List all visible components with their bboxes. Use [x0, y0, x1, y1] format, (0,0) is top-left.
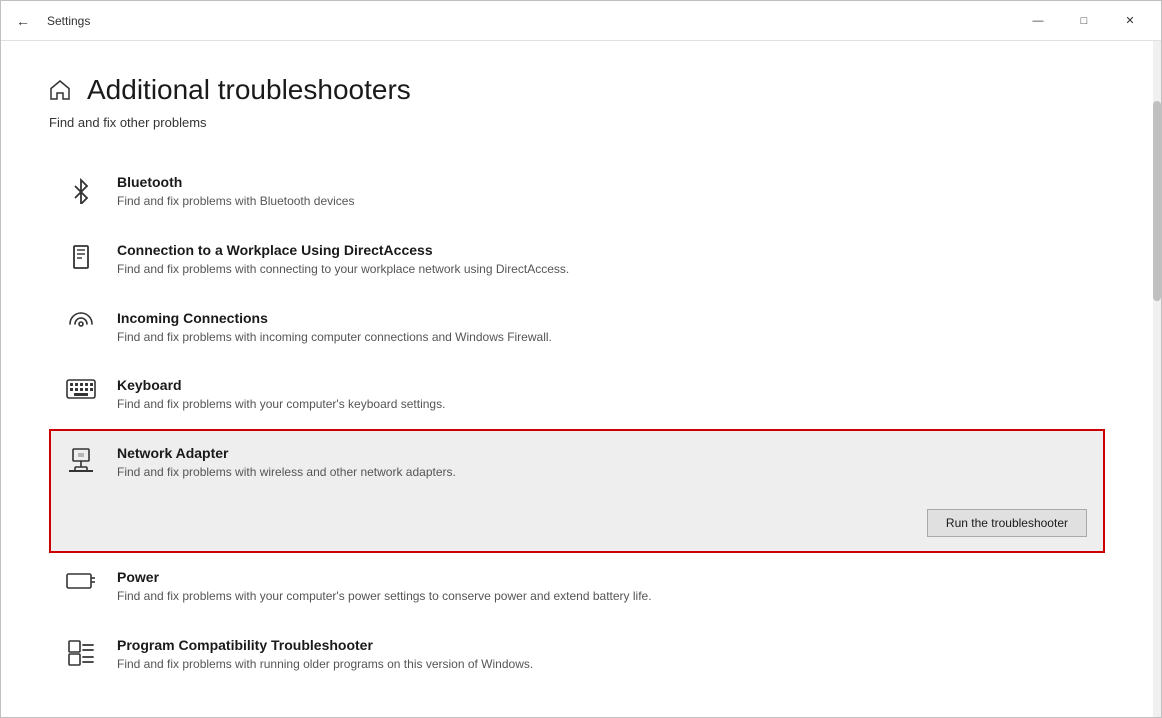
program-icon [63, 639, 99, 667]
directaccess-icon [63, 244, 99, 272]
back-button[interactable]: ← [9, 7, 37, 35]
keyboard-desc: Find and fix problems with your computer… [117, 396, 1091, 413]
item-top-keyboard: Keyboard Find and fix problems with your… [63, 377, 1091, 413]
close-button[interactable]: ✕ [1107, 1, 1153, 41]
title-bar-controls: — □ ✕ [1015, 1, 1153, 41]
directaccess-title: Connection to a Workplace Using DirectAc… [117, 242, 1091, 258]
page-title-block: Additional troubleshooters [87, 73, 411, 107]
main-content: Additional troubleshooters Find and fix … [1, 41, 1153, 717]
troubleshooter-item-power[interactable]: Power Find and fix problems with your co… [49, 553, 1105, 621]
page-header: Additional troubleshooters [49, 73, 1105, 107]
minimize-button[interactable]: — [1015, 1, 1061, 41]
network-text: Network Adapter Find and fix problems wi… [117, 445, 1091, 481]
title-bar-left: ← Settings [9, 7, 1015, 35]
page-title: Additional troubleshooters [87, 73, 411, 107]
title-bar-title: Settings [47, 14, 90, 28]
troubleshooter-item-directaccess[interactable]: Connection to a Workplace Using DirectAc… [49, 226, 1105, 294]
incoming-text: Incoming Connections Find and fix proble… [117, 310, 1091, 346]
directaccess-desc: Find and fix problems with connecting to… [117, 261, 1091, 278]
program-text: Program Compatibility Troubleshooter Fin… [117, 637, 1091, 673]
directaccess-text: Connection to a Workplace Using DirectAc… [117, 242, 1091, 278]
item-action-network: Run the troubleshooter [63, 509, 1091, 537]
item-top-program: Program Compatibility Troubleshooter Fin… [63, 637, 1091, 673]
home-icon [49, 79, 71, 107]
troubleshooter-item-bluetooth[interactable]: Bluetooth Find and fix problems with Blu… [49, 158, 1105, 226]
power-title: Power [117, 569, 1091, 585]
incoming-desc: Find and fix problems with incoming comp… [117, 329, 1091, 346]
power-text: Power Find and fix problems with your co… [117, 569, 1091, 605]
maximize-button[interactable]: □ [1061, 1, 1107, 41]
item-top-power: Power Find and fix problems with your co… [63, 569, 1091, 605]
network-icon [63, 447, 99, 473]
settings-window: ← Settings — □ ✕ Additional troubleshoot… [0, 0, 1162, 718]
troubleshooter-list: Bluetooth Find and fix problems with Blu… [49, 158, 1105, 689]
troubleshooter-item-network[interactable]: Network Adapter Find and fix problems wi… [49, 429, 1105, 553]
scrollbar-thumb[interactable] [1153, 101, 1161, 301]
troubleshooter-item-program[interactable]: Program Compatibility Troubleshooter Fin… [49, 621, 1105, 689]
incoming-title: Incoming Connections [117, 310, 1091, 326]
keyboard-icon [63, 379, 99, 399]
bluetooth-title: Bluetooth [117, 174, 1091, 190]
power-desc: Find and fix problems with your computer… [117, 588, 1091, 605]
keyboard-text: Keyboard Find and fix problems with your… [117, 377, 1091, 413]
network-title: Network Adapter [117, 445, 1091, 461]
bluetooth-desc: Find and fix problems with Bluetooth dev… [117, 193, 1091, 210]
scrollbar-track[interactable] [1153, 41, 1161, 717]
network-desc: Find and fix problems with wireless and … [117, 464, 1091, 481]
title-bar: ← Settings — □ ✕ [1, 1, 1161, 41]
power-icon [63, 571, 99, 589]
page-subtitle: Find and fix other problems [49, 115, 1105, 130]
troubleshooter-item-keyboard[interactable]: Keyboard Find and fix problems with your… [49, 361, 1105, 429]
bluetooth-icon [63, 176, 99, 204]
run-troubleshooter-button[interactable]: Run the troubleshooter [927, 509, 1087, 537]
program-title: Program Compatibility Troubleshooter [117, 637, 1091, 653]
item-top-network: Network Adapter Find and fix problems wi… [63, 445, 1091, 481]
bluetooth-text: Bluetooth Find and fix problems with Blu… [117, 174, 1091, 210]
program-desc: Find and fix problems with running older… [117, 656, 1091, 673]
item-top-bluetooth: Bluetooth Find and fix problems with Blu… [63, 174, 1091, 210]
item-top-incoming: Incoming Connections Find and fix proble… [63, 310, 1091, 346]
content-area: Additional troubleshooters Find and fix … [1, 41, 1161, 717]
troubleshooter-item-incoming[interactable]: Incoming Connections Find and fix proble… [49, 294, 1105, 362]
item-top-directaccess: Connection to a Workplace Using DirectAc… [63, 242, 1091, 278]
keyboard-title: Keyboard [117, 377, 1091, 393]
incoming-icon [63, 312, 99, 336]
